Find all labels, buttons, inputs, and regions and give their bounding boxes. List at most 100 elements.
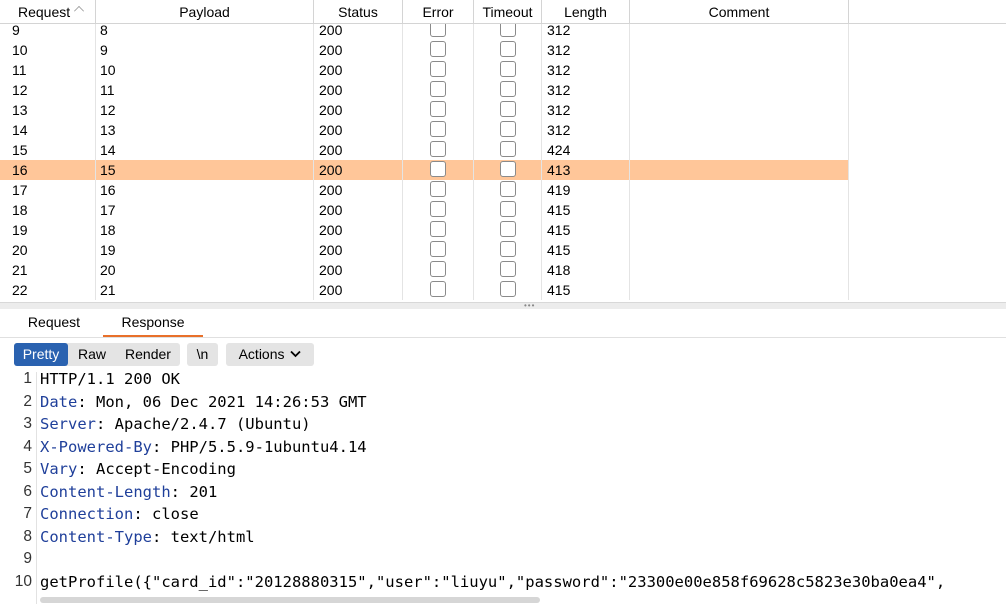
error-checkbox[interactable] <box>430 101 446 117</box>
tab-request[interactable]: Request <box>10 309 98 337</box>
cell-request: 18 <box>0 200 96 220</box>
pane-splitter[interactable]: ••• <box>0 301 1006 310</box>
cell-length: 312 <box>542 80 630 100</box>
cell-status: 200 <box>314 24 403 40</box>
timeout-checkbox[interactable] <box>500 201 516 217</box>
timeout-checkbox[interactable] <box>500 261 516 277</box>
timeout-checkbox[interactable] <box>500 61 516 77</box>
message-tabs: Request Response <box>0 309 1006 338</box>
render-button[interactable]: Render <box>117 343 179 366</box>
tab-response[interactable]: Response <box>103 309 203 337</box>
cell-comment <box>630 120 849 140</box>
cell-error <box>403 80 474 100</box>
table-row[interactable]: 18 17 200 415 <box>0 200 849 220</box>
table-row[interactable]: 14 13 200 312 <box>0 120 849 140</box>
timeout-checkbox[interactable] <box>500 41 516 57</box>
table-row[interactable]: 12 11 200 312 <box>0 80 849 100</box>
timeout-checkbox[interactable] <box>500 101 516 117</box>
table-row[interactable]: 15 14 200 424 <box>0 140 849 160</box>
error-checkbox[interactable] <box>430 121 446 137</box>
grip-dots-icon: ••• <box>524 301 536 310</box>
table-row[interactable]: 20 19 200 415 <box>0 240 849 260</box>
error-checkbox[interactable] <box>430 24 446 37</box>
column-header-error[interactable]: Error <box>403 0 474 24</box>
table-row[interactable]: 9 8 200 312 <box>0 24 849 40</box>
table-row[interactable]: 19 18 200 415 <box>0 220 849 240</box>
cell-length: 312 <box>542 40 630 60</box>
table-row[interactable]: 10 9 200 312 <box>0 40 849 60</box>
timeout-checkbox[interactable] <box>500 24 516 37</box>
timeout-checkbox[interactable] <box>500 181 516 197</box>
line-number: 9 <box>23 550 32 567</box>
table-empty-area <box>849 24 1006 302</box>
code-line: 6 Content-Length: 201 <box>0 481 1006 504</box>
error-checkbox[interactable] <box>430 241 446 257</box>
line-number: 8 <box>23 527 32 545</box>
code-line: 10 getProfile({"card_id":"20128880315","u… <box>0 571 1006 594</box>
cell-payload: 18 <box>96 220 314 240</box>
header-value: getProfile({"card_id":"20128880315","use… <box>40 572 946 591</box>
header-value: HTTP/1.1 200 OK <box>40 372 180 388</box>
column-header-timeout[interactable]: Timeout <box>474 0 542 24</box>
cell-request: 11 <box>0 60 96 80</box>
error-checkbox[interactable] <box>430 161 446 177</box>
cell-request: 17 <box>0 180 96 200</box>
cell-error <box>403 160 474 180</box>
cell-error <box>403 180 474 200</box>
cell-payload: 15 <box>96 160 314 180</box>
cell-length: 415 <box>542 200 630 220</box>
timeout-checkbox[interactable] <box>500 81 516 97</box>
cell-timeout <box>474 80 542 100</box>
error-checkbox[interactable] <box>430 61 446 77</box>
cell-status: 200 <box>314 160 403 180</box>
horizontal-scrollbar[interactable] <box>40 597 540 603</box>
table-row[interactable]: 22 21 200 415 <box>0 280 849 300</box>
cell-length: 419 <box>542 180 630 200</box>
pretty-button[interactable]: Pretty <box>14 343 68 366</box>
code-line: 8 Content-Type: text/html <box>0 526 1006 549</box>
timeout-checkbox[interactable] <box>500 121 516 137</box>
cell-error <box>403 240 474 260</box>
error-checkbox[interactable] <box>430 201 446 217</box>
column-header-request[interactable]: Request <box>0 0 96 24</box>
timeout-checkbox[interactable] <box>500 221 516 237</box>
timeout-checkbox[interactable] <box>500 141 516 157</box>
table-row[interactable]: 21 20 200 418 <box>0 260 849 280</box>
cell-timeout <box>474 60 542 80</box>
column-header-length[interactable]: Length <box>542 0 630 24</box>
table-row[interactable]: 13 12 200 312 <box>0 100 849 120</box>
cell-timeout <box>474 260 542 280</box>
table-row[interactable]: 16 15 200 413 <box>0 160 849 180</box>
timeout-checkbox[interactable] <box>500 281 516 297</box>
results-table: Request Payload Status Error Timeout Len… <box>0 0 1006 302</box>
newline-toggle-group: \n <box>187 343 218 366</box>
column-header-payload[interactable]: Payload <box>96 0 314 24</box>
line-number: 1 <box>23 372 32 387</box>
response-editor[interactable]: 1 HTTP/1.1 200 OK 2 Date: Mon, 06 Dec 2021 … <box>0 372 1006 604</box>
column-header-comment[interactable]: Comment <box>630 0 849 24</box>
error-checkbox[interactable] <box>430 141 446 157</box>
header-value: : Apache/2.4.7 (Ubuntu) <box>96 415 311 433</box>
cell-comment <box>630 140 849 160</box>
error-checkbox[interactable] <box>430 41 446 57</box>
error-checkbox[interactable] <box>430 261 446 277</box>
error-checkbox[interactable] <box>430 181 446 197</box>
line-number: 7 <box>23 505 32 522</box>
cell-error <box>403 100 474 120</box>
cell-comment <box>630 60 849 80</box>
newline-toggle-button[interactable]: \n <box>187 343 218 366</box>
column-header-status[interactable]: Status <box>314 0 403 24</box>
timeout-checkbox[interactable] <box>500 161 516 177</box>
raw-button[interactable]: Raw <box>71 343 113 366</box>
error-checkbox[interactable] <box>430 221 446 237</box>
error-checkbox[interactable] <box>430 81 446 97</box>
timeout-checkbox[interactable] <box>500 241 516 257</box>
table-row[interactable]: 17 16 200 419 <box>0 180 849 200</box>
cell-request: 20 <box>0 240 96 260</box>
header-name: Server <box>40 415 96 433</box>
cell-comment <box>630 40 849 60</box>
header-name: Content-Length <box>40 482 171 501</box>
error-checkbox[interactable] <box>430 281 446 297</box>
actions-dropdown[interactable]: Actions <box>226 343 314 366</box>
table-row[interactable]: 11 10 200 312 <box>0 60 849 80</box>
